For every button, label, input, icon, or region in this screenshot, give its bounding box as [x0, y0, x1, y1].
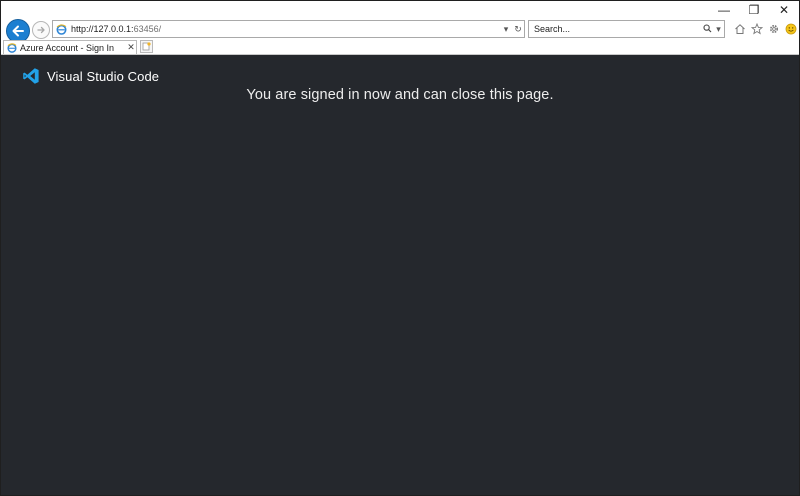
- tab-bar: Azure Account - Sign In ✕: [1, 40, 799, 55]
- signed-in-message: You are signed in now and can close this…: [246, 87, 554, 103]
- browser-window: — ❐ ✕ http://127.0.0.1:63456/ ▾ ↻ Search…: [0, 0, 800, 496]
- page-content: Visual Studio Code You are signed in now…: [1, 55, 799, 495]
- search-box[interactable]: Search... ▾: [528, 20, 725, 38]
- brand: Visual Studio Code: [22, 67, 159, 85]
- restore-button[interactable]: ❐: [739, 1, 769, 19]
- vscode-logo-icon: [23, 68, 39, 84]
- forward-button[interactable]: [32, 21, 50, 39]
- search-icon[interactable]: [702, 23, 713, 35]
- close-tab-icon[interactable]: ✕: [126, 42, 136, 53]
- navigation-bar: http://127.0.0.1:63456/ ▾ ↻ Search... ▾: [1, 18, 799, 43]
- minimize-button[interactable]: —: [709, 1, 739, 19]
- tab-title: Azure Account - Sign In: [20, 42, 115, 53]
- tab-azure-account[interactable]: Azure Account - Sign In ✕: [3, 40, 137, 54]
- address-url[interactable]: http://127.0.0.1:63456/: [71, 24, 500, 34]
- arrow-right-icon: [37, 26, 45, 34]
- brand-name: Visual Studio Code: [47, 68, 160, 84]
- favorites-star-icon[interactable]: [750, 21, 764, 37]
- arrow-left-icon: [12, 25, 24, 37]
- feedback-smiley-icon[interactable]: [784, 21, 798, 37]
- ie-tab-icon: [7, 42, 17, 53]
- toolbar-icons: [733, 21, 798, 37]
- address-dropdown-icon[interactable]: ▾: [500, 24, 512, 35]
- search-dropdown-icon[interactable]: ▾: [713, 24, 724, 35]
- close-button[interactable]: ✕: [769, 1, 799, 19]
- refresh-icon[interactable]: ↻: [512, 24, 524, 35]
- window-controls: — ❐ ✕: [709, 1, 799, 19]
- search-input[interactable]: Search...: [534, 24, 702, 34]
- new-tab-icon: [142, 42, 151, 51]
- settings-gear-icon[interactable]: [767, 21, 781, 37]
- ie-page-icon: [56, 23, 67, 35]
- address-bar[interactable]: http://127.0.0.1:63456/ ▾ ↻: [52, 20, 525, 38]
- home-icon[interactable]: [733, 21, 747, 37]
- new-tab-button[interactable]: [140, 40, 153, 53]
